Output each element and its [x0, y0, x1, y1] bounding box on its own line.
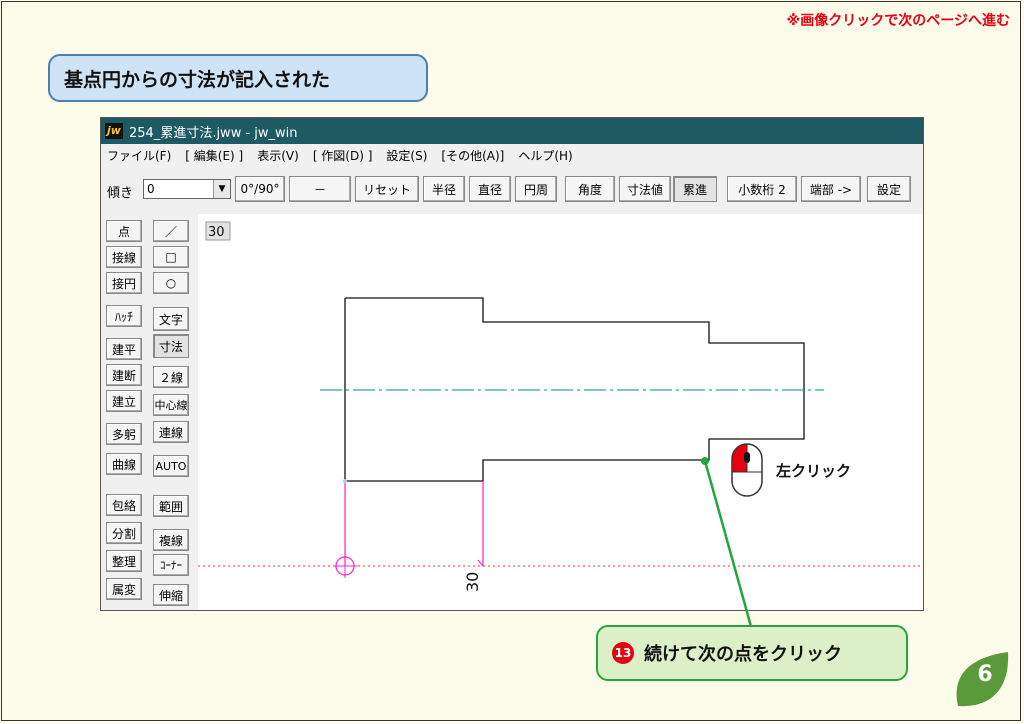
slope-select[interactable]: 0 ▼ — [143, 179, 231, 199]
app-window: jw 254_累進寸法.jww - jw_win ファイル(F) [ 編集(E)… — [100, 117, 924, 611]
tool-tangent[interactable]: 接線 — [106, 246, 142, 268]
tool-double-line[interactable]: ２線 — [153, 366, 189, 388]
window-titlebar: jw 254_累進寸法.jww - jw_win — [101, 118, 923, 144]
menu-bar: ファイル(F) [ 編集(E) ] 表示(V) [ 作図(D) ] 設定(S) … — [101, 145, 923, 165]
tool-hatch[interactable]: ﾊｯﾁ — [106, 305, 142, 327]
dimension-value: 30 — [463, 572, 482, 592]
toolbar-button-0-90[interactable]: 0°/90° — [235, 176, 285, 202]
tool-polygon[interactable]: 多躬 — [106, 423, 142, 445]
step-instruction: 続けて次の点をクリック — [644, 644, 842, 665]
page-title-text: 基点円からの寸法が記入された — [64, 68, 331, 91]
drawing-canvas[interactable]: 30 30 — [198, 214, 923, 610]
tool-line[interactable]: ／ — [153, 220, 189, 242]
app-logo-icon: jw — [105, 123, 123, 139]
menu-draw[interactable]: [ 作図(D) ] — [313, 147, 373, 164]
tool-divide[interactable]: 分割 — [106, 522, 142, 544]
tool-continuous-line[interactable]: 連線 — [153, 421, 189, 443]
toolbar-button-reset[interactable]: リセット — [355, 176, 419, 202]
layer-indicator: 30 — [208, 225, 225, 240]
chevron-down-icon[interactable]: ▼ — [213, 180, 230, 198]
tool-text[interactable]: 文字 — [153, 307, 189, 331]
dimension-arrow — [477, 559, 484, 567]
slope-value: 0 — [147, 182, 155, 196]
tool-envelope[interactable]: 包絡 — [106, 494, 142, 516]
next-page-hint[interactable]: ※画像クリックで次のページへ進む — [787, 10, 1010, 30]
toolbar-button-angle[interactable]: 角度 — [565, 176, 615, 202]
slope-label: 傾き — [107, 186, 134, 201]
snap-point — [343, 479, 347, 483]
tool-rectangle[interactable]: □ — [153, 246, 189, 268]
menu-other[interactable]: [その他(A)] — [441, 147, 504, 164]
tool-corner[interactable]: ｺｰﾅｰ — [153, 554, 189, 576]
toolbar-button-cumulative[interactable]: 累進 — [673, 176, 717, 202]
toolbar-button-decimals[interactable]: 小数桁 2 — [727, 176, 797, 202]
toolbar-button-dash[interactable]: － — [289, 176, 351, 202]
tool-stretch[interactable]: 伸縮 — [153, 584, 189, 606]
step-number-badge: 13 — [612, 642, 634, 664]
menu-edit[interactable]: [ 編集(E) ] — [185, 147, 243, 164]
window-title: 254_累進寸法.jww - jw_win — [129, 125, 298, 141]
tool-circle[interactable]: ○ — [153, 272, 189, 294]
drawing-svg: 30 30 — [198, 221, 923, 592]
toolbar-button-endpoint[interactable]: 端部 -> — [801, 176, 861, 202]
toolbar-button-radius[interactable]: 半径 — [423, 176, 465, 202]
tool-section[interactable]: 建断 — [106, 364, 142, 386]
tool-curve[interactable]: 曲線 — [106, 453, 142, 475]
tool-auto[interactable]: AUTO — [153, 455, 189, 477]
toolbar-button-circumference[interactable]: 円周 — [515, 176, 557, 202]
tool-copy-line[interactable]: 複線 — [153, 529, 189, 551]
tool-elevation[interactable]: 建立 — [106, 390, 142, 412]
tool-center-line[interactable]: 中心線 — [153, 394, 189, 416]
tool-arrange[interactable]: 整理 — [106, 550, 142, 572]
tool-dimension[interactable]: 寸法 — [153, 334, 189, 358]
toolbar-button-dimension-value[interactable]: 寸法値 — [619, 176, 671, 202]
step-callout: 13 続けて次の点をクリック — [596, 625, 908, 681]
toolbar-button-diameter[interactable]: 直径 — [469, 176, 511, 202]
tool-tangent-circle[interactable]: 接円 — [106, 272, 142, 294]
tool-point[interactable]: 点 — [106, 220, 142, 242]
menu-help[interactable]: ヘルプ(H) — [518, 147, 572, 164]
page-title: 基点円からの寸法が記入された — [48, 54, 428, 102]
left-click-label: 左クリック — [776, 462, 852, 480]
page-number: 6 — [977, 662, 993, 687]
toolbar-button-settings[interactable]: 設定 — [867, 176, 911, 202]
menu-settings[interactable]: 設定(S) — [386, 147, 427, 164]
menu-view[interactable]: 表示(V) — [257, 147, 299, 164]
menu-file[interactable]: ファイル(F) — [107, 147, 171, 164]
tool-attribute-change[interactable]: 属変 — [106, 578, 142, 600]
control-toolbar: 傾き 0 ▼ 0°/90° － リセット 半径 直径 円周 角度 寸法値 累進 … — [101, 176, 923, 204]
tool-plan[interactable]: 建平 — [106, 338, 142, 360]
tool-range[interactable]: 範囲 — [153, 495, 189, 517]
